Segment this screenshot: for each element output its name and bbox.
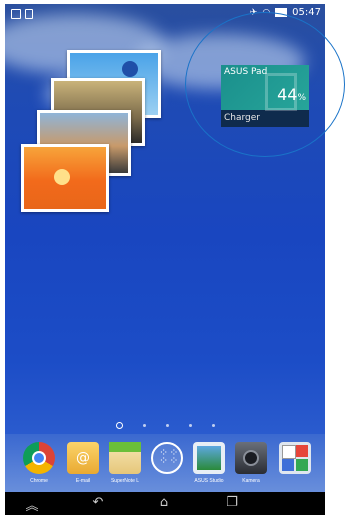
page-dot bbox=[188, 424, 192, 427]
back-icon[interactable]: ↶ bbox=[83, 495, 113, 510]
orange-sunset-photo bbox=[24, 147, 106, 209]
window-icon bbox=[11, 9, 21, 19]
home-icon[interactable]: ⌂ bbox=[149, 495, 179, 510]
google-folder[interactable] bbox=[275, 442, 315, 478]
app-drawer-button[interactable]: ⁘⁘ ⁘⁘ bbox=[147, 442, 187, 478]
home-page-dot bbox=[115, 422, 123, 429]
document-icon bbox=[25, 9, 33, 19]
highlight-circle bbox=[185, 12, 345, 157]
email-icon: @ bbox=[67, 442, 99, 474]
up-icon[interactable]: ︽ bbox=[17, 495, 47, 514]
navigation-bar: ︽ ↶ ⌂ ❐ bbox=[5, 492, 325, 515]
camera-app[interactable]: Kamera bbox=[231, 442, 271, 484]
asus-studio-app[interactable]: ASUS Studio bbox=[189, 442, 229, 484]
page-dot bbox=[165, 424, 169, 427]
status-time: 05:47 bbox=[292, 7, 321, 18]
page-dot bbox=[211, 424, 215, 427]
photo-widget-image-4[interactable] bbox=[21, 144, 109, 212]
supernote-icon bbox=[109, 442, 141, 474]
chrome-icon bbox=[23, 442, 55, 474]
studio-icon bbox=[193, 442, 225, 474]
play-store-folder-icon bbox=[279, 442, 311, 474]
app-drawer-icon: ⁘⁘ ⁘⁘ bbox=[151, 442, 183, 474]
recents-icon[interactable]: ❐ bbox=[217, 495, 247, 510]
camera-icon bbox=[235, 442, 267, 474]
chrome-app[interactable]: Chrome bbox=[19, 442, 59, 484]
email-app[interactable]: @ E-mail bbox=[63, 442, 103, 484]
app-dock: Chrome @ E-mail SuperNote L ⁘⁘ ⁘⁘ ASUS St… bbox=[5, 434, 325, 494]
supernote-app[interactable]: SuperNote L bbox=[105, 442, 145, 484]
page-indicator bbox=[5, 422, 325, 429]
page-dot bbox=[142, 424, 146, 427]
